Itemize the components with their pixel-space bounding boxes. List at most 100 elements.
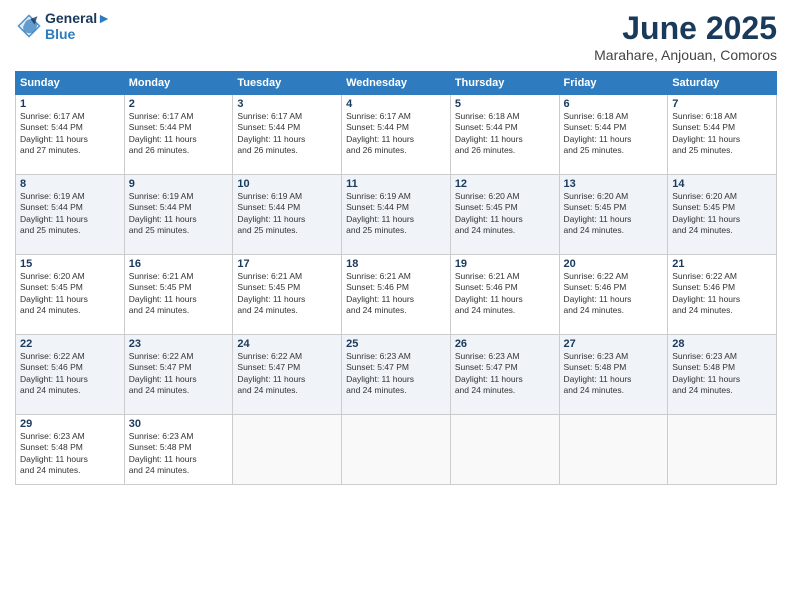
location-title: Marahare, Anjouan, Comoros bbox=[594, 47, 777, 63]
day-number: 29 bbox=[20, 418, 120, 430]
day-info: Sunrise: 6:20 AMSunset: 5:45 PMDaylight:… bbox=[564, 191, 664, 237]
day-number: 17 bbox=[237, 258, 337, 270]
day-info: Sunrise: 6:19 AMSunset: 5:44 PMDaylight:… bbox=[129, 191, 229, 237]
day-info: Sunrise: 6:22 AMSunset: 5:46 PMDaylight:… bbox=[672, 271, 772, 317]
calendar-table: SundayMondayTuesdayWednesdayThursdayFrid… bbox=[15, 71, 777, 485]
day-number: 3 bbox=[237, 98, 337, 110]
calendar-cell: 24Sunrise: 6:22 AMSunset: 5:47 PMDayligh… bbox=[233, 335, 342, 415]
day-number: 30 bbox=[129, 418, 229, 430]
col-header-saturday: Saturday bbox=[668, 72, 777, 95]
day-number: 16 bbox=[129, 258, 229, 270]
day-number: 26 bbox=[455, 338, 555, 350]
col-header-sunday: Sunday bbox=[16, 72, 125, 95]
calendar-cell: 11Sunrise: 6:19 AMSunset: 5:44 PMDayligh… bbox=[342, 175, 451, 255]
calendar-cell: 4Sunrise: 6:17 AMSunset: 5:44 PMDaylight… bbox=[342, 95, 451, 175]
col-header-thursday: Thursday bbox=[450, 72, 559, 95]
day-number: 12 bbox=[455, 178, 555, 190]
day-number: 18 bbox=[346, 258, 446, 270]
day-number: 27 bbox=[564, 338, 664, 350]
logo: General► Blue bbox=[15, 10, 111, 42]
day-number: 21 bbox=[672, 258, 772, 270]
calendar-cell: 20Sunrise: 6:22 AMSunset: 5:46 PMDayligh… bbox=[559, 255, 668, 335]
logo-text: General► Blue bbox=[45, 10, 111, 42]
day-info: Sunrise: 6:23 AMSunset: 5:48 PMDaylight:… bbox=[672, 351, 772, 397]
day-number: 24 bbox=[237, 338, 337, 350]
day-number: 6 bbox=[564, 98, 664, 110]
day-info: Sunrise: 6:20 AMSunset: 5:45 PMDaylight:… bbox=[672, 191, 772, 237]
calendar-cell: 27Sunrise: 6:23 AMSunset: 5:48 PMDayligh… bbox=[559, 335, 668, 415]
day-info: Sunrise: 6:22 AMSunset: 5:47 PMDaylight:… bbox=[129, 351, 229, 397]
day-number: 25 bbox=[346, 338, 446, 350]
day-info: Sunrise: 6:17 AMSunset: 5:44 PMDaylight:… bbox=[20, 111, 120, 157]
day-number: 11 bbox=[346, 178, 446, 190]
day-number: 2 bbox=[129, 98, 229, 110]
calendar-cell bbox=[668, 415, 777, 485]
calendar-cell: 8Sunrise: 6:19 AMSunset: 5:44 PMDaylight… bbox=[16, 175, 125, 255]
day-number: 10 bbox=[237, 178, 337, 190]
day-number: 20 bbox=[564, 258, 664, 270]
day-info: Sunrise: 6:23 AMSunset: 5:48 PMDaylight:… bbox=[129, 431, 229, 477]
day-info: Sunrise: 6:18 AMSunset: 5:44 PMDaylight:… bbox=[672, 111, 772, 157]
day-info: Sunrise: 6:21 AMSunset: 5:46 PMDaylight:… bbox=[455, 271, 555, 317]
calendar-cell: 28Sunrise: 6:23 AMSunset: 5:48 PMDayligh… bbox=[668, 335, 777, 415]
day-number: 13 bbox=[564, 178, 664, 190]
calendar-cell: 16Sunrise: 6:21 AMSunset: 5:45 PMDayligh… bbox=[124, 255, 233, 335]
day-number: 5 bbox=[455, 98, 555, 110]
day-info: Sunrise: 6:23 AMSunset: 5:48 PMDaylight:… bbox=[564, 351, 664, 397]
day-info: Sunrise: 6:20 AMSunset: 5:45 PMDaylight:… bbox=[20, 271, 120, 317]
calendar-cell bbox=[342, 415, 451, 485]
day-info: Sunrise: 6:20 AMSunset: 5:45 PMDaylight:… bbox=[455, 191, 555, 237]
col-header-monday: Monday bbox=[124, 72, 233, 95]
col-header-wednesday: Wednesday bbox=[342, 72, 451, 95]
calendar-cell: 23Sunrise: 6:22 AMSunset: 5:47 PMDayligh… bbox=[124, 335, 233, 415]
day-info: Sunrise: 6:19 AMSunset: 5:44 PMDaylight:… bbox=[346, 191, 446, 237]
day-info: Sunrise: 6:22 AMSunset: 5:46 PMDaylight:… bbox=[564, 271, 664, 317]
calendar-cell: 13Sunrise: 6:20 AMSunset: 5:45 PMDayligh… bbox=[559, 175, 668, 255]
day-number: 19 bbox=[455, 258, 555, 270]
calendar-cell: 3Sunrise: 6:17 AMSunset: 5:44 PMDaylight… bbox=[233, 95, 342, 175]
calendar-cell: 26Sunrise: 6:23 AMSunset: 5:47 PMDayligh… bbox=[450, 335, 559, 415]
calendar-cell: 17Sunrise: 6:21 AMSunset: 5:45 PMDayligh… bbox=[233, 255, 342, 335]
day-number: 14 bbox=[672, 178, 772, 190]
day-info: Sunrise: 6:19 AMSunset: 5:44 PMDaylight:… bbox=[237, 191, 337, 237]
calendar-cell: 9Sunrise: 6:19 AMSunset: 5:44 PMDaylight… bbox=[124, 175, 233, 255]
day-info: Sunrise: 6:21 AMSunset: 5:46 PMDaylight:… bbox=[346, 271, 446, 317]
day-number: 9 bbox=[129, 178, 229, 190]
col-header-tuesday: Tuesday bbox=[233, 72, 342, 95]
day-info: Sunrise: 6:23 AMSunset: 5:48 PMDaylight:… bbox=[20, 431, 120, 477]
col-header-friday: Friday bbox=[559, 72, 668, 95]
calendar-cell: 15Sunrise: 6:20 AMSunset: 5:45 PMDayligh… bbox=[16, 255, 125, 335]
day-info: Sunrise: 6:21 AMSunset: 5:45 PMDaylight:… bbox=[237, 271, 337, 317]
calendar-cell: 2Sunrise: 6:17 AMSunset: 5:44 PMDaylight… bbox=[124, 95, 233, 175]
calendar-cell bbox=[559, 415, 668, 485]
calendar-cell: 22Sunrise: 6:22 AMSunset: 5:46 PMDayligh… bbox=[16, 335, 125, 415]
day-number: 22 bbox=[20, 338, 120, 350]
page: General► Blue June 2025 Marahare, Anjoua… bbox=[0, 0, 792, 612]
day-info: Sunrise: 6:22 AMSunset: 5:47 PMDaylight:… bbox=[237, 351, 337, 397]
calendar-cell bbox=[233, 415, 342, 485]
calendar-cell: 29Sunrise: 6:23 AMSunset: 5:48 PMDayligh… bbox=[16, 415, 125, 485]
day-number: 23 bbox=[129, 338, 229, 350]
calendar-cell: 12Sunrise: 6:20 AMSunset: 5:45 PMDayligh… bbox=[450, 175, 559, 255]
day-number: 7 bbox=[672, 98, 772, 110]
calendar-cell: 18Sunrise: 6:21 AMSunset: 5:46 PMDayligh… bbox=[342, 255, 451, 335]
calendar-cell: 7Sunrise: 6:18 AMSunset: 5:44 PMDaylight… bbox=[668, 95, 777, 175]
calendar-cell: 21Sunrise: 6:22 AMSunset: 5:46 PMDayligh… bbox=[668, 255, 777, 335]
day-number: 8 bbox=[20, 178, 120, 190]
calendar-cell: 30Sunrise: 6:23 AMSunset: 5:48 PMDayligh… bbox=[124, 415, 233, 485]
calendar-cell: 14Sunrise: 6:20 AMSunset: 5:45 PMDayligh… bbox=[668, 175, 777, 255]
day-number: 28 bbox=[672, 338, 772, 350]
day-info: Sunrise: 6:17 AMSunset: 5:44 PMDaylight:… bbox=[129, 111, 229, 157]
calendar-cell bbox=[450, 415, 559, 485]
day-info: Sunrise: 6:17 AMSunset: 5:44 PMDaylight:… bbox=[346, 111, 446, 157]
day-info: Sunrise: 6:19 AMSunset: 5:44 PMDaylight:… bbox=[20, 191, 120, 237]
calendar-cell: 1Sunrise: 6:17 AMSunset: 5:44 PMDaylight… bbox=[16, 95, 125, 175]
month-title: June 2025 bbox=[594, 10, 777, 47]
day-number: 4 bbox=[346, 98, 446, 110]
logo-icon bbox=[15, 12, 43, 40]
day-info: Sunrise: 6:23 AMSunset: 5:47 PMDaylight:… bbox=[455, 351, 555, 397]
day-info: Sunrise: 6:21 AMSunset: 5:45 PMDaylight:… bbox=[129, 271, 229, 317]
day-info: Sunrise: 6:18 AMSunset: 5:44 PMDaylight:… bbox=[455, 111, 555, 157]
day-number: 15 bbox=[20, 258, 120, 270]
header: General► Blue June 2025 Marahare, Anjoua… bbox=[15, 10, 777, 63]
